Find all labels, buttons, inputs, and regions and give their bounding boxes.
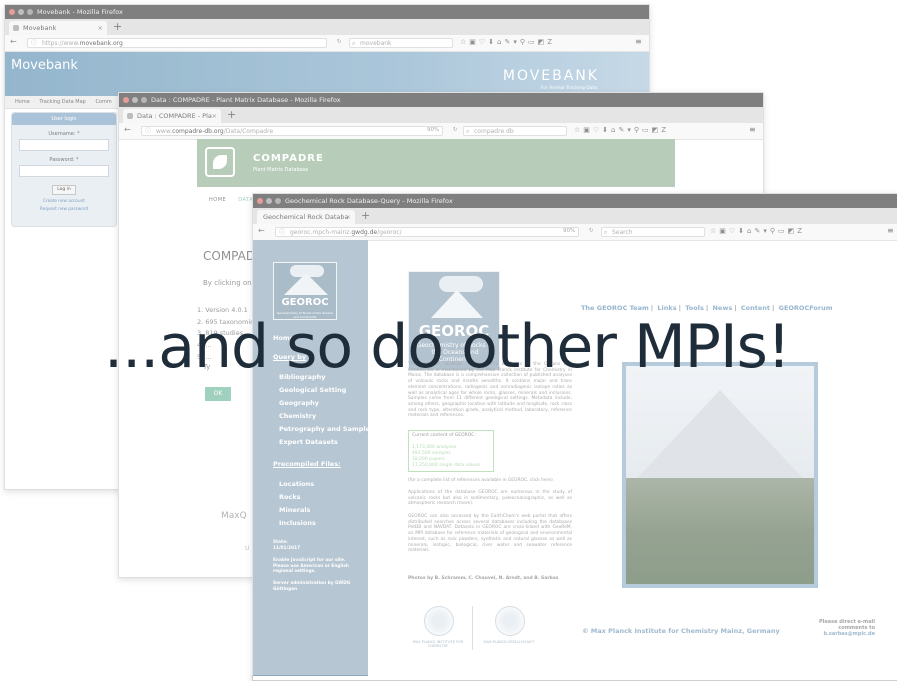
slide-caption: ...and so do other MPIs! (104, 312, 791, 382)
